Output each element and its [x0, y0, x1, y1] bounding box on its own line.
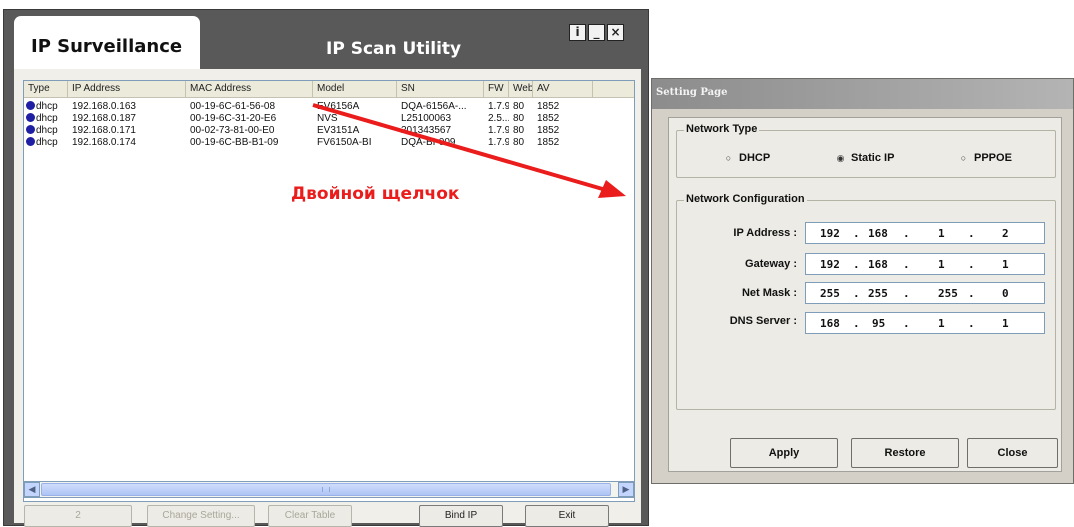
gateway-label: Gateway : [745, 258, 797, 270]
radio-dhcp[interactable]: ○ DHCP [724, 152, 770, 164]
network-type-group: Network Type ○ DHCP ◉ Static IP ○ PPPOE [676, 123, 1056, 178]
octet-dot: . [853, 317, 860, 330]
radio-static-ip[interactable]: ◉ Static IP [836, 152, 895, 164]
octet: 255 [938, 287, 958, 300]
net-mask-field[interactable]: 255 . 255 . 255 . 0 [805, 282, 1045, 304]
octet: 1 [938, 227, 945, 240]
octet: 168 [868, 227, 888, 240]
octet: 1 [938, 258, 945, 271]
apply-button[interactable]: Apply [730, 438, 838, 468]
octet-dot: . [853, 287, 860, 300]
octet: 1 [1002, 317, 1009, 330]
radio-pppoe-label: PPPOE [974, 152, 1012, 164]
octet-dot: . [968, 317, 975, 330]
ip-address-label: IP Address : [733, 227, 797, 239]
octet: 2 [1002, 227, 1009, 240]
octet-dot: . [903, 287, 910, 300]
octet: 255 [868, 287, 888, 300]
dns-server-field[interactable]: 168 . 95 . 1 . 1 [805, 312, 1045, 334]
octet: 95 [872, 317, 886, 330]
arrow-head [598, 180, 626, 198]
octet-dot: . [853, 227, 860, 240]
setting-page-window: Setting Page Network Type ○ DHCP ◉ Static … [651, 78, 1074, 484]
gateway-field[interactable]: 192 . 168 . 1 . 1 [805, 253, 1045, 275]
dns-server-label: DNS Server : [729, 315, 797, 327]
octet: 1 [1002, 258, 1009, 271]
octet-dot: . [968, 258, 975, 271]
octet-dot: . [853, 258, 860, 271]
radio-static-ip-label: Static IP [851, 152, 895, 164]
restore-button[interactable]: Restore [851, 438, 959, 468]
octet: 1 [938, 317, 945, 330]
setting-title-bar: Setting Page [652, 79, 1073, 109]
setting-title: Setting Page [656, 87, 728, 98]
radio-pppoe[interactable]: ○ PPPOE [959, 152, 1012, 164]
network-type-label: Network Type [684, 123, 760, 135]
close-button[interactable]: Close [967, 438, 1058, 468]
octet: 168 [868, 258, 888, 271]
octet-dot: . [903, 227, 910, 240]
setting-panel: Network Type ○ DHCP ◉ Static IP ○ PPPOE Net… [668, 117, 1062, 472]
octet-dot: . [968, 227, 975, 240]
network-config-label: Network Configuration [684, 193, 807, 205]
octet: 0 [1002, 287, 1009, 300]
octet: 192 [820, 227, 840, 240]
radio-selected-icon: ◉ [836, 153, 845, 163]
octet-dot: . [968, 287, 975, 300]
ip-address-field[interactable]: 192 . 168 . 1 . 2 [805, 222, 1045, 244]
arrow-shaft [312, 103, 607, 192]
octet: 255 [820, 287, 840, 300]
octet-dot: . [903, 317, 910, 330]
radio-empty-icon: ○ [725, 153, 732, 163]
network-config-group: Network Configuration IP Address : 192 .… [676, 193, 1056, 410]
radio-empty-icon: ○ [960, 153, 967, 163]
net-mask-label: Net Mask : [741, 287, 797, 299]
octet: 192 [820, 258, 840, 271]
radio-dhcp-label: DHCP [739, 152, 771, 164]
octet: 168 [820, 317, 840, 330]
octet-dot: . [903, 258, 910, 271]
